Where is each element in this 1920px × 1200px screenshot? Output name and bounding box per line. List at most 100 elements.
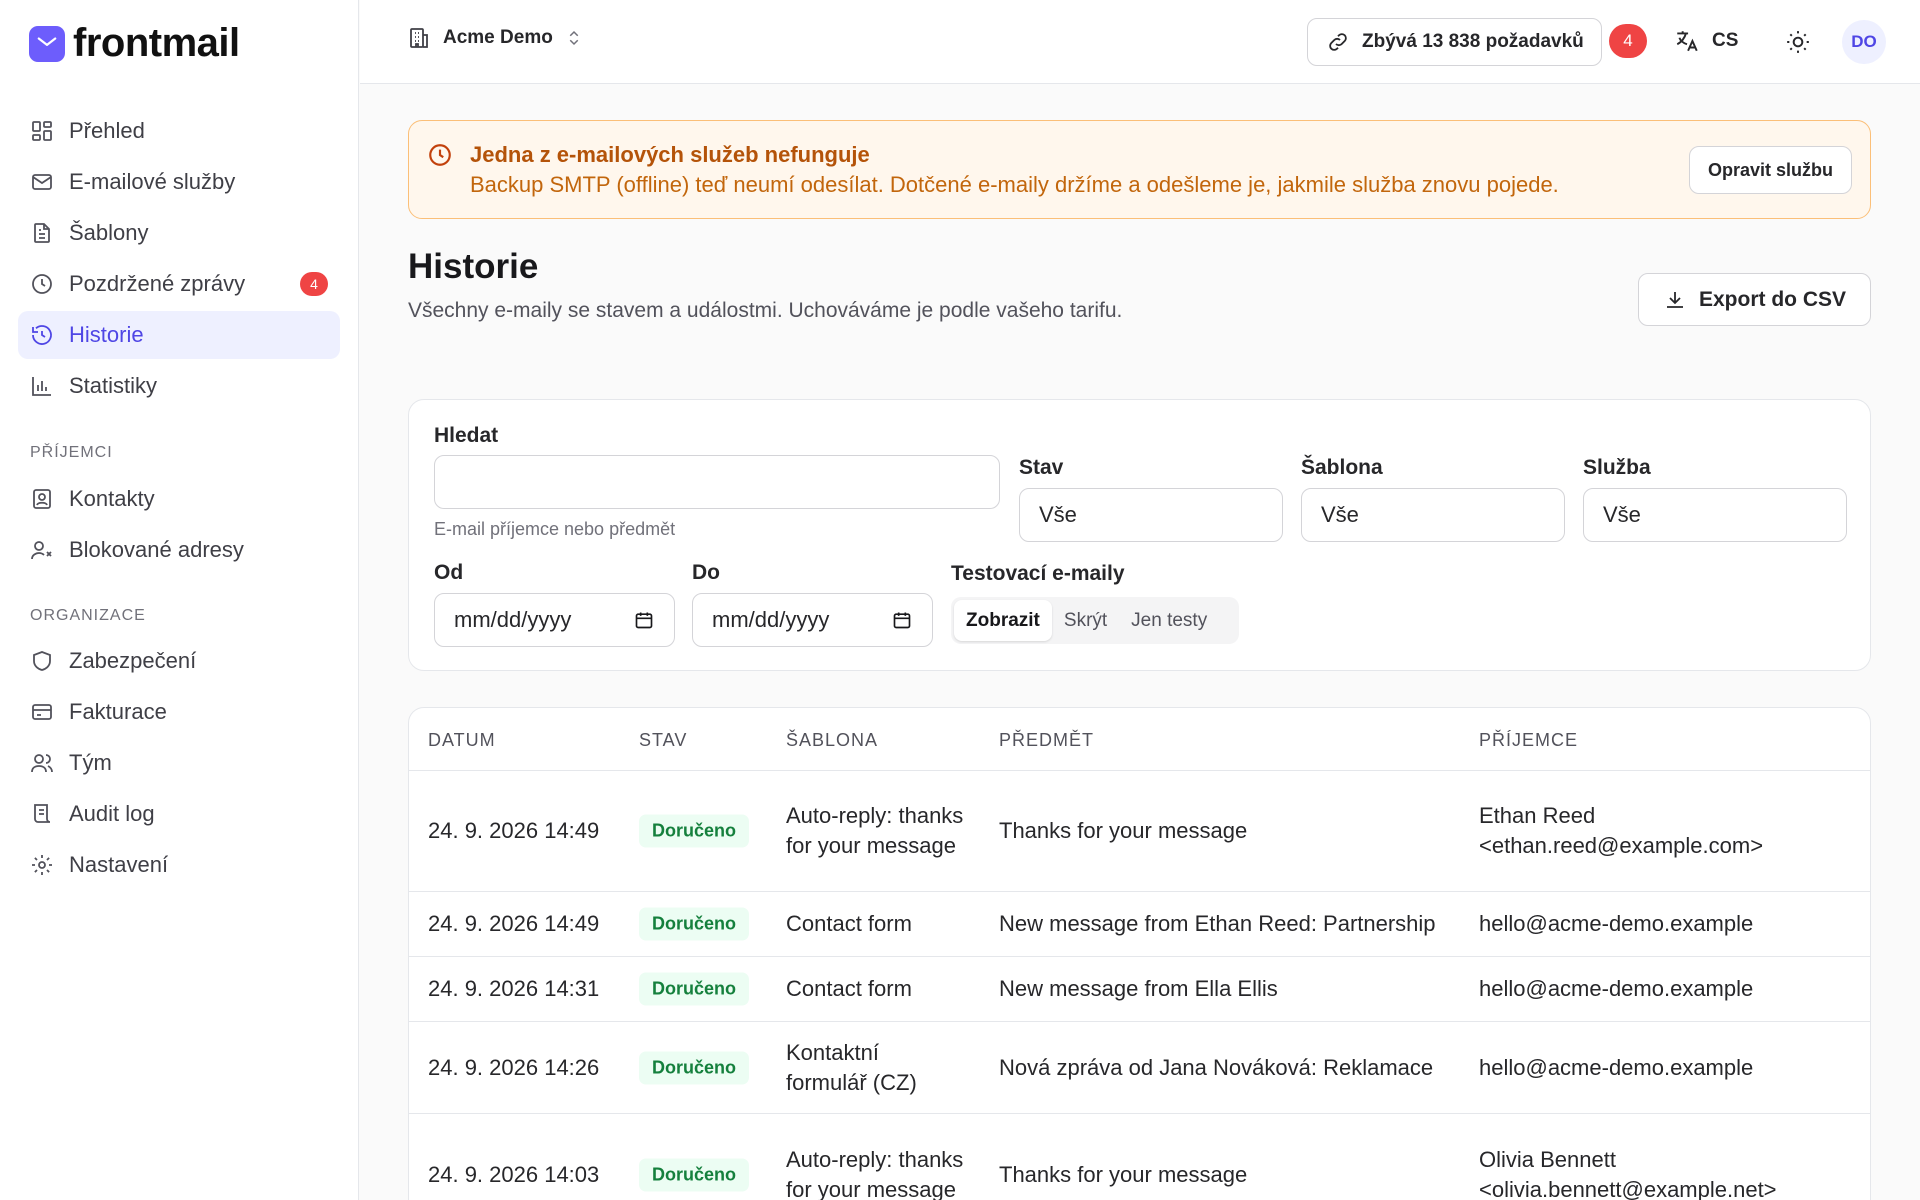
users-icon xyxy=(31,754,53,773)
clock-icon xyxy=(32,274,52,294)
status-badge: Doručeno xyxy=(639,814,750,848)
test-emails-toggle: Zobrazit Skrýt Jen testy xyxy=(951,597,1239,644)
export-csv-button[interactable]: Export do CSV xyxy=(1638,273,1871,326)
to-label: Do xyxy=(692,561,720,584)
table-row[interactable]: 24. 9. 2026 14:26 Doručeno Kontaktní for… xyxy=(409,1022,1870,1114)
organization-switcher[interactable]: Acme Demo xyxy=(407,26,583,50)
language-switcher[interactable]: CS xyxy=(1674,28,1738,54)
row-subject: Thanks for your message xyxy=(999,1161,1248,1187)
test-option-hide[interactable]: Skrýt xyxy=(1052,600,1119,641)
service-down-alert: Jedna z e-mailových služeb nefunguje Bac… xyxy=(408,120,1871,219)
sidebar-item-label: Pozdržené zprávy xyxy=(69,271,246,296)
row-date: 24. 9. 2026 14:49 xyxy=(428,911,600,936)
sidebar-item-billing[interactable]: Fakturace xyxy=(18,688,340,736)
status-label: Stav xyxy=(1019,456,1064,479)
dashboard-icon xyxy=(32,121,52,141)
service-label: Služba xyxy=(1583,456,1651,479)
search-hint: E-mail příjemce nebo předmět xyxy=(434,519,676,539)
sidebar-item-held-messages[interactable]: Pozdržené zprávy 4 xyxy=(18,260,340,308)
language-code: CS xyxy=(1712,30,1739,51)
table-row[interactable]: 24. 9. 2026 14:31 Doručeno Contact form … xyxy=(409,957,1870,1022)
from-date-value: mm/dd/yyyy xyxy=(454,607,572,632)
alert-message: Backup SMTP (offline) teď neumí odesílat… xyxy=(470,172,1559,197)
sidebar-item-settings[interactable]: Nastavení xyxy=(18,841,340,889)
sidebar-item-label: Nastavení xyxy=(69,852,169,877)
contact-card-icon xyxy=(33,489,51,509)
avatar[interactable]: DO xyxy=(1842,20,1886,64)
download-icon xyxy=(1666,291,1683,308)
sidebar-item-prehled[interactable]: Přehled xyxy=(18,107,340,155)
column-status[interactable]: STAV xyxy=(639,730,687,751)
table-row[interactable]: 24. 9. 2026 14:03 Doručeno Auto-reply: t… xyxy=(409,1114,1870,1200)
sidebar-item-security[interactable]: Zabezpečení xyxy=(18,637,340,685)
page-title: Historie xyxy=(408,247,539,286)
to-date-value: mm/dd/yyyy xyxy=(712,607,830,632)
sun-icon[interactable] xyxy=(1785,29,1811,55)
organization-name: Acme Demo xyxy=(443,27,553,48)
test-option-only-tests[interactable]: Jen testy xyxy=(1119,600,1219,641)
sidebar-item-label: Přehled xyxy=(69,118,145,143)
sidebar-item-audit-log[interactable]: Audit log xyxy=(18,790,340,838)
calendar-icon[interactable] xyxy=(892,610,912,630)
recipients-section-label: PŘÍJEMCI xyxy=(30,444,113,461)
search-input[interactable] xyxy=(434,455,1000,509)
service-select[interactable]: Vše xyxy=(1583,488,1847,542)
sidebar-item-history[interactable]: Historie xyxy=(18,311,340,359)
row-date: 24. 9. 2026 14:26 xyxy=(428,1054,600,1080)
table-row[interactable]: 24. 9. 2026 14:49 Doručeno Contact form … xyxy=(409,892,1870,957)
sidebar-item-label: Statistiky xyxy=(69,373,158,398)
row-recipient: hello@acme-demo.example xyxy=(1479,1054,1754,1080)
sidebar-item-blocked[interactable]: Blokované adresy xyxy=(18,526,340,574)
column-subject[interactable]: PŘEDMĚT xyxy=(999,730,1094,751)
sidebar-item-templates[interactable]: Šablony xyxy=(18,209,340,257)
from-label: Od xyxy=(434,561,464,584)
page-subtitle: Všechny e-maily se stavem a událostmi. U… xyxy=(408,299,1123,322)
scroll-icon xyxy=(34,804,51,823)
sidebar-item-email-services[interactable]: E-mailové služby xyxy=(18,158,340,206)
gear-icon xyxy=(32,855,52,875)
sidebar-item-label: Tým xyxy=(69,750,112,775)
test-option-show[interactable]: Zobrazit xyxy=(954,600,1052,641)
row-template: Kontaktní formulář (CZ) xyxy=(786,1039,917,1095)
sidebar-item-team[interactable]: Tým xyxy=(18,739,340,787)
template-select[interactable]: Vše xyxy=(1301,488,1565,542)
notification-badge[interactable]: 4 xyxy=(1609,24,1647,58)
sidebar-item-label: Blokované adresy xyxy=(69,537,244,562)
sidebar-item-contacts[interactable]: Kontakty xyxy=(18,475,340,523)
column-template[interactable]: ŠABLONA xyxy=(786,730,878,751)
row-recipient: hello@acme-demo.example xyxy=(1479,911,1754,936)
logo-text: frontmail xyxy=(73,21,240,65)
row-subject: Nová zpráva od Jana Nováková: Reklamace xyxy=(999,1054,1434,1080)
column-date[interactable]: DATUM xyxy=(428,730,496,751)
row-date: 24. 9. 2026 14:49 xyxy=(428,818,600,843)
top-bar: Acme Demo Zbývá 13 838 požadavků 4 CS DO xyxy=(360,0,1920,84)
clock-icon xyxy=(429,144,451,166)
organization-section-label: ORGANIZACE xyxy=(30,607,146,624)
fix-service-button[interactable]: Opravit službu xyxy=(1689,146,1852,194)
filter-panel: Hledat E-mail příjemce nebo předmět Stav… xyxy=(408,399,1871,671)
row-subject: Thanks for your message xyxy=(999,818,1248,843)
main-nav: Přehled E-mailové služby Šablony Pozdrže… xyxy=(18,107,340,413)
to-date-input[interactable]: mm/dd/yyyy xyxy=(692,593,933,647)
sidebar-item-label: Šablony xyxy=(69,220,149,245)
bar-chart-icon xyxy=(32,377,51,396)
history-table: DATUM STAV ŠABLONA PŘEDMĚT PŘÍJEMCE 24. … xyxy=(408,707,1871,1200)
sidebar-item-label: Zabezpečení xyxy=(69,648,197,673)
held-count-badge: 4 xyxy=(300,272,328,296)
sidebar: frontmail Přehled E-mailové služby Šablo… xyxy=(0,0,359,1200)
sidebar-item-label: Audit log xyxy=(69,801,155,826)
row-recipient: hello@acme-demo.example xyxy=(1479,976,1754,1001)
sidebar-item-label: E-mailové služby xyxy=(69,169,236,194)
quota-button[interactable]: Zbývá 13 838 požadavků xyxy=(1307,18,1602,66)
row-template: Auto-reply: thanks for your message xyxy=(786,1146,964,1200)
from-date-input[interactable]: mm/dd/yyyy xyxy=(434,593,675,647)
status-select[interactable]: Vše xyxy=(1019,488,1283,542)
credit-card-icon xyxy=(32,704,52,720)
logo[interactable]: frontmail xyxy=(29,21,240,66)
column-recipient[interactable]: PŘÍJEMCE xyxy=(1479,730,1578,751)
sidebar-item-statistics[interactable]: Statistiky xyxy=(18,362,340,410)
table-row[interactable]: 24. 9. 2026 14:49 Doručeno Auto-reply: t… xyxy=(409,771,1870,892)
calendar-icon[interactable] xyxy=(634,610,654,630)
status-badge: Doručeno xyxy=(639,972,750,1006)
translate-icon xyxy=(1676,31,1698,52)
